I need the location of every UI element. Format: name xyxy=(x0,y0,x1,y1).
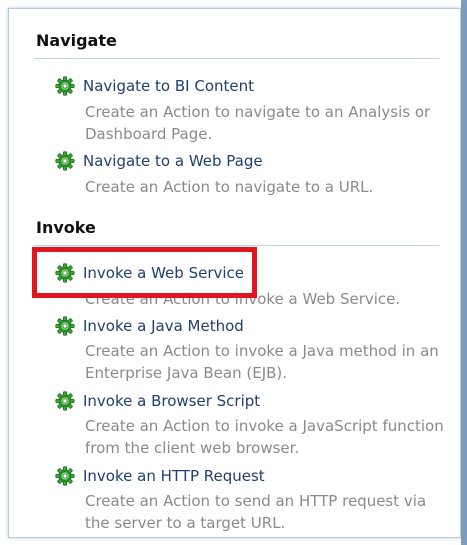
menu-item-description: Create an Action to invoke a JavaScript … xyxy=(85,417,444,457)
menu-item-label: Navigate to BI Content xyxy=(83,77,255,95)
menu-item-label: Invoke a Java Method xyxy=(83,317,244,335)
highlight-box xyxy=(32,247,257,298)
section-title-navigate: Navigate xyxy=(36,31,117,50)
menu-item-description: Create an Action to send an HTTP request… xyxy=(85,492,427,532)
menu-item-invoke-http-request[interactable]: Invoke an HTTP Request xyxy=(55,464,265,488)
menu-item-invoke-java-method[interactable]: Invoke a Java Method xyxy=(55,314,244,338)
gear-icon xyxy=(55,391,75,411)
gear-icon xyxy=(55,316,75,336)
menu-item-invoke-browser-script[interactable]: Invoke a Browser Script xyxy=(55,389,260,413)
menu-item-navigate-to-web-page[interactable]: Navigate to a Web Page xyxy=(55,149,263,173)
gear-icon xyxy=(55,76,75,96)
gear-icon xyxy=(55,151,75,171)
menu-item-navigate-to-bi-content[interactable]: Navigate to BI Content xyxy=(55,74,254,98)
window-edge xyxy=(461,0,467,545)
menu-item-label: Navigate to a Web Page xyxy=(83,152,263,170)
menu-item-description: Create an Action to invoke a Java method… xyxy=(85,342,439,382)
section-divider xyxy=(34,245,440,246)
menu-item-description: Create an Action to navigate to an Analy… xyxy=(85,103,431,143)
menu-item-label: Invoke a Browser Script xyxy=(83,392,261,410)
section-title-invoke: Invoke xyxy=(36,218,96,237)
section-divider xyxy=(34,58,440,59)
gear-icon xyxy=(55,466,75,486)
menu-item-label: Invoke an HTTP Request xyxy=(83,467,265,485)
menu-item-description: Create an Action to navigate to a URL. xyxy=(85,178,374,196)
